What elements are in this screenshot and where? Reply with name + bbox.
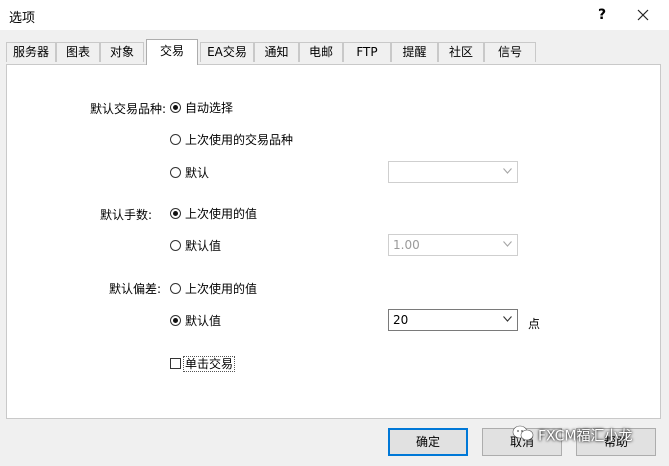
default-symbol-label: 默认交易品种: [89, 102, 166, 116]
radio-label: 自动选择 [185, 101, 234, 115]
radio-deviation-default[interactable]: 默认值 [170, 312, 221, 330]
default-lots-select[interactable]: 1.00 [388, 234, 518, 256]
default-deviation-select[interactable]: 20 [388, 309, 518, 331]
radio-label: 默认值 [185, 239, 222, 253]
tab-server[interactable]: 服务器 [6, 42, 56, 62]
tab-community[interactable]: 社区 [438, 42, 484, 62]
chevron-down-icon [503, 241, 512, 247]
radio-lots-default[interactable]: 默认值 [170, 237, 221, 255]
tab-label: 提醒 [402, 45, 427, 59]
tab-label: 社区 [448, 45, 473, 59]
tab-label: 服务器 [12, 45, 49, 59]
watermark: FXCM福汇小龙 [512, 424, 632, 446]
title-bar: 选项 ? [0, 0, 669, 30]
radio-indicator [170, 283, 181, 294]
radio-label: 上次使用的值 [185, 282, 258, 296]
default-deviation-label: 默认偏差: [108, 282, 161, 296]
radio-auto-select[interactable]: 自动选择 [170, 99, 233, 117]
radio-lots-last-used[interactable]: 上次使用的值 [170, 205, 257, 223]
tab-label: EA交易 [207, 45, 247, 59]
select-value: 20 [393, 313, 409, 327]
radio-indicator [170, 167, 181, 178]
tab-expert-advisors[interactable]: EA交易 [200, 42, 254, 62]
radio-label: 默认 [185, 166, 210, 180]
select-value: 1.00 [393, 238, 420, 252]
radio-default-symbol[interactable]: 默认 [170, 164, 209, 182]
tab-email[interactable]: 电邮 [299, 42, 343, 62]
radio-indicator [170, 102, 181, 113]
tab-label: 交易 [159, 44, 184, 58]
default-symbol-select[interactable] [388, 161, 518, 183]
checkbox-indicator [170, 358, 181, 369]
wechat-icon [512, 424, 534, 449]
tab-trade[interactable]: 交易 [146, 39, 198, 65]
tab-ftp[interactable]: FTP [343, 42, 391, 62]
tab-label: 信号 [497, 45, 522, 59]
one-click-trading-checkbox[interactable]: 单击交易 [170, 355, 236, 373]
tab-label: 通知 [264, 45, 289, 59]
radio-indicator [170, 134, 181, 145]
radio-label: 上次使用的交易品种 [185, 133, 294, 147]
tab-notifications[interactable]: 通知 [254, 42, 299, 62]
tab-charts[interactable]: 图表 [56, 42, 100, 62]
chevron-down-icon [503, 168, 512, 174]
window-title: 选项 [9, 11, 36, 26]
radio-indicator [170, 240, 181, 251]
tab-label: 图表 [65, 45, 90, 59]
tab-label: 电邮 [308, 45, 333, 59]
radio-indicator [170, 315, 181, 326]
chevron-down-icon [503, 316, 512, 322]
ok-button[interactable]: 确定 [388, 428, 468, 456]
trade-settings-panel: 默认交易品种: 自动选择 上次使用的交易品种 默认 默认手数: 上次使用的值 默… [6, 64, 661, 419]
checkbox-label: 单击交易 [183, 356, 236, 372]
deviation-unit: 点 [528, 317, 541, 331]
tab-label: FTP [356, 45, 378, 59]
default-lots-label: 默认手数: [99, 208, 152, 222]
watermark-text: FXCM福汇小龙 [538, 428, 633, 445]
radio-label: 默认值 [185, 314, 222, 328]
close-icon[interactable] [632, 5, 654, 25]
tab-alerts[interactable]: 提醒 [391, 42, 438, 62]
tab-signals[interactable]: 信号 [484, 42, 536, 62]
radio-indicator [170, 208, 181, 219]
tab-objects[interactable]: 对象 [100, 42, 144, 62]
radio-deviation-last-used[interactable]: 上次使用的值 [170, 280, 257, 298]
radio-label: 上次使用的值 [185, 207, 258, 221]
help-icon[interactable]: ? [592, 5, 612, 25]
radio-last-used-symbol[interactable]: 上次使用的交易品种 [170, 131, 293, 149]
tab-label: 对象 [109, 45, 134, 59]
